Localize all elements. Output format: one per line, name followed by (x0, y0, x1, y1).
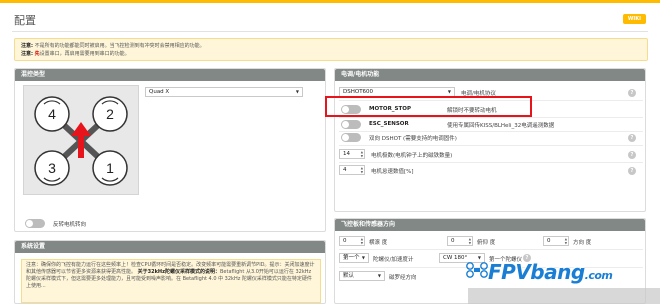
mixer-panel-title: 混控类型 (15, 69, 325, 81)
motor-stop-highlight (325, 96, 532, 117)
help-icon[interactable]: ? (628, 167, 636, 175)
title-divider (12, 31, 648, 32)
chevron-down-icon: ▼ (447, 89, 451, 94)
reverse-motor-toggle[interactable] (25, 219, 45, 228)
mixer-panel: 混控类型 4 2 3 1 Quad X ▼ 反转电机转向 (14, 68, 326, 232)
mixer-type-select[interactable]: Quad X ▼ (145, 87, 303, 97)
watermark-bar (468, 288, 660, 304)
reverse-motor-label: 反转电机转向 (53, 222, 87, 228)
system-warning: 注意：确保你的飞控有能力运行在这些频率上！检查CPU循环时间是否稳定。改变频率可… (21, 259, 321, 303)
notice-box: 注意: 不是所有的功能都能同时被启用。当飞控检测到有冲突时会禁用相应的功能。 注… (14, 38, 648, 61)
stepper-arrows-icon[interactable]: ▲ ▼ (361, 150, 363, 158)
chevron-down-icon: ▼ (477, 255, 481, 260)
page-title: 配置 (14, 14, 36, 27)
motor-number-label: 3 (48, 160, 56, 176)
quad-x-diagram: 4 2 3 1 (23, 85, 139, 195)
stepper-arrows-icon[interactable]: ▲ ▼ (565, 237, 567, 245)
esc-sensor-desc: 使用专属回传KISS/BLHeli_32电调遥测数据 (447, 123, 555, 129)
board-panel-title: 飞控板和传感器方向 (335, 219, 645, 231)
esc-sensor-toggle[interactable] (341, 120, 361, 129)
help-icon[interactable]: ? (628, 151, 636, 159)
bidir-dshot-label: 双向 DSHOT (需要支持的电调固件) (369, 136, 457, 142)
motor-panel: 电调/电机功能 DSHOT600 ▼ 电调/电机协议 ? MOTOR_STOP … (334, 68, 646, 212)
drone-logo-icon (466, 262, 488, 278)
chevron-down-icon: ▼ (377, 273, 381, 278)
stepper-arrows-icon[interactable]: ▲ ▼ (361, 237, 363, 245)
row-divider (339, 117, 643, 118)
help-icon[interactable]: ? (628, 89, 636, 97)
row-divider (339, 131, 643, 132)
help-icon[interactable]: ? (628, 134, 636, 142)
stepper-arrows-icon[interactable]: ▲ ▼ (361, 166, 363, 174)
pitch-label: 俯仰 度 (477, 240, 496, 246)
chevron-down-icon: ▼ (361, 255, 365, 260)
mag-alignment-select[interactable]: 默认 ▼ (339, 271, 385, 281)
stepper-arrows-icon[interactable]: ▲ ▼ (469, 237, 471, 245)
motor-poles-input[interactable]: 14 ▲ ▼ (339, 149, 365, 159)
motor-number-label: 1 (106, 160, 114, 176)
row-divider (339, 145, 643, 146)
row-divider (339, 249, 643, 250)
motor-number-label: 2 (106, 106, 114, 122)
esc-sensor-label: ESC_SENSOR (369, 121, 409, 127)
yaw-degrees-input[interactable]: 0 ▲ ▼ (543, 236, 569, 246)
gyro-select[interactable]: 第一个 ▼ (339, 253, 369, 263)
pitch-degrees-input[interactable]: 0 ▲ ▼ (447, 236, 473, 246)
direction-arrow-icon (71, 122, 91, 136)
top-accent-bar (0, 0, 660, 3)
system-panel: 系统设置 注意：确保你的飞控有能力运行在这些频率上！检查CPU循环时间是否稳定。… (14, 240, 326, 304)
wiki-button[interactable]: WIKI (622, 14, 646, 24)
motor-poles-label: 电机极数(电机钟子上的磁铁数量) (371, 153, 453, 159)
mag-alignment-label: 磁罗经方向 (389, 275, 417, 281)
row-divider (339, 162, 643, 163)
quad-x-icon: 4 2 3 1 (34, 96, 128, 186)
roll-label: 横滚 度 (369, 240, 388, 246)
motor-idle-input[interactable]: 4 ▲ ▼ (339, 165, 365, 175)
bidir-dshot-toggle[interactable] (341, 133, 361, 142)
yaw-label: 方向 度 (573, 240, 592, 246)
roll-degrees-input[interactable]: 0 ▲ ▼ (339, 236, 365, 246)
gyro-select-label: 陀螺仪/加速度计 (373, 257, 414, 263)
motor-number-label: 4 (48, 106, 56, 122)
system-panel-title: 系统设置 (15, 241, 325, 253)
motor-panel-title: 电调/电机功能 (335, 69, 645, 81)
chevron-down-icon: ▼ (295, 89, 299, 94)
fpvbang-watermark: FPVbang.com (488, 260, 613, 284)
motor-idle-label: 电机怠速数值[%] (371, 169, 414, 175)
